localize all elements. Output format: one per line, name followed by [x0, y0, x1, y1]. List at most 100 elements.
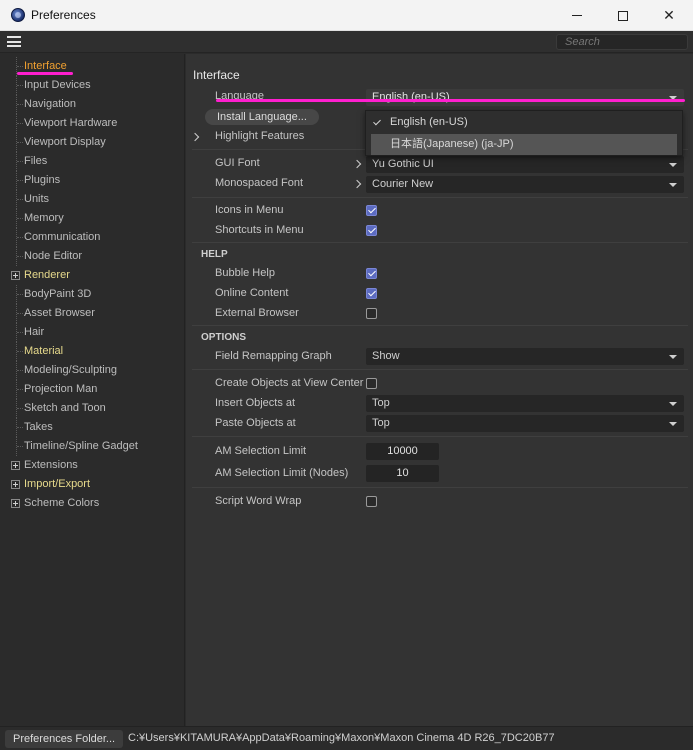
window-title: Preferences [31, 8, 96, 22]
shortcuts-in-menu-checkbox[interactable] [366, 225, 377, 236]
script-word-wrap-checkbox[interactable] [366, 496, 377, 507]
tree-connector [16, 190, 23, 209]
monospaced-font-dropdown[interactable]: Courier New [366, 176, 684, 193]
sidebar-item-label: Modeling/Sculpting [24, 364, 117, 376]
language-option-label: English (en-US) [390, 116, 468, 128]
script-word-wrap-label: Script Word Wrap [215, 495, 302, 507]
close-icon: ✕ [663, 7, 675, 23]
online-content-checkbox[interactable] [366, 288, 377, 299]
external-browser-checkbox[interactable] [366, 308, 377, 319]
sidebar-item-label: Timeline/Spline Gadget [24, 440, 138, 452]
am-selection-limit-field[interactable]: 10000 [366, 443, 439, 460]
minimize-button[interactable] [554, 0, 600, 31]
sidebar-item[interactable]: Material [2, 342, 183, 361]
options-group-heading: OPTIONS [201, 332, 247, 343]
create-objects-checkbox[interactable] [366, 378, 377, 389]
insert-objects-label: Insert Objects at [215, 397, 296, 409]
icons-in-menu-checkbox[interactable] [366, 205, 377, 216]
chevron-down-icon [669, 183, 677, 187]
close-button[interactable]: ✕ [646, 0, 692, 31]
search-input[interactable]: Search [556, 34, 688, 50]
sidebar-item[interactable]: Units [2, 190, 183, 209]
minimize-icon [572, 15, 582, 16]
sidebar-item[interactable]: Input Devices [2, 76, 183, 95]
field-remapping-graph-dropdown[interactable]: Show [366, 348, 684, 365]
sidebar-item[interactable]: Import/Export [2, 475, 183, 494]
expand-plus-icon[interactable] [11, 461, 20, 470]
cinema4d-app-icon [11, 8, 25, 22]
sidebar-item[interactable]: Plugins [2, 171, 183, 190]
expand-plus-icon[interactable] [11, 271, 20, 280]
sidebar-item[interactable]: Renderer [2, 266, 183, 285]
sidebar-item-label: Material [24, 345, 64, 357]
language-dropdown[interactable]: English (en-US) [366, 89, 684, 106]
sidebar-item[interactable]: Files [2, 152, 183, 171]
title-bar: Preferences ✕ [0, 0, 693, 31]
sidebar-item[interactable]: Scheme Colors [2, 494, 183, 513]
am-selection-limit-label: AM Selection Limit [215, 445, 307, 457]
maximize-button[interactable] [600, 0, 646, 31]
gui-font-dropdown[interactable]: Yu Gothic UI [366, 156, 684, 173]
sidebar-item-label: Renderer [24, 269, 70, 281]
sidebar-item[interactable]: Asset Browser [2, 304, 183, 323]
maximize-icon [618, 10, 628, 21]
tree-connector [16, 95, 23, 114]
annotation-underline [17, 72, 73, 75]
sidebar-item[interactable]: Extensions [2, 456, 183, 475]
sidebar: Interface Input Devices Navigation Viewport… [2, 54, 185, 726]
monospaced-font-label: Monospaced Font [215, 177, 304, 189]
hamburger-menu-icon[interactable] [7, 36, 21, 47]
chevron-down-icon [669, 163, 677, 167]
sidebar-item[interactable]: Viewport Display [2, 133, 183, 152]
sidebar-item[interactable]: Timeline/Spline Gadget [2, 437, 183, 456]
sidebar-item[interactable]: Communication [2, 228, 183, 247]
tree-connector [16, 361, 23, 380]
monospaced-font-value: Courier New [372, 178, 434, 190]
install-language-button[interactable]: Install Language... [205, 109, 319, 125]
tree-connector [16, 209, 23, 228]
sidebar-item[interactable]: Memory [2, 209, 183, 228]
insert-objects-dropdown[interactable]: Top [366, 395, 684, 412]
sidebar-item-label: Asset Browser [24, 307, 95, 319]
sidebar-item[interactable]: Projection Man [2, 380, 183, 399]
sidebar-item-label: BodyPaint 3D [24, 288, 92, 300]
sidebar-item-label: Viewport Hardware [24, 117, 118, 129]
tree-connector [16, 247, 23, 266]
external-browser-label: External Browser [215, 307, 299, 319]
tree-connector [16, 399, 23, 418]
tree-connector [16, 437, 23, 456]
sidebar-item[interactable]: Modeling/Sculpting [2, 361, 183, 380]
insert-objects-value: Top [372, 397, 390, 409]
am-selection-limit-nodes-field[interactable]: 10 [366, 465, 439, 482]
highlight-features-label[interactable]: Highlight Features [215, 130, 304, 142]
online-content-label: Online Content [215, 287, 289, 299]
sidebar-item[interactable]: Sketch and Toon [2, 399, 183, 418]
language-option-japanese[interactable]: 日本語(Japanese) (ja-JP) [371, 134, 677, 155]
sidebar-item-label: Files [24, 155, 48, 167]
chevron-right-icon[interactable] [352, 179, 362, 189]
divider [192, 487, 688, 488]
paste-objects-dropdown[interactable]: Top [366, 415, 684, 432]
sidebar-item[interactable]: Hair [2, 323, 183, 342]
sidebar-item[interactable]: BodyPaint 3D [2, 285, 183, 304]
chevron-down-icon [669, 422, 677, 426]
sidebar-item-label: Import/Export [24, 478, 91, 490]
expand-plus-icon[interactable] [11, 480, 20, 489]
sidebar-item[interactable]: Navigation [2, 95, 183, 114]
sidebar-item-label: Projection Man [24, 383, 98, 395]
field-remapping-graph-value: Show [372, 350, 400, 362]
expand-plus-icon[interactable] [11, 499, 20, 508]
sidebar-item[interactable]: Takes [2, 418, 183, 437]
bubble-help-label: Bubble Help [215, 267, 275, 279]
chevron-right-icon[interactable] [352, 159, 362, 169]
chevron-right-icon[interactable] [190, 132, 200, 142]
sidebar-item[interactable]: Viewport Hardware [2, 114, 183, 133]
language-option-english[interactable]: English (en-US) [366, 112, 682, 133]
bubble-help-checkbox[interactable] [366, 268, 377, 279]
field-remapping-graph-label: Field Remapping Graph [215, 350, 332, 362]
preferences-folder-button[interactable]: Preferences Folder... [5, 730, 124, 748]
sidebar-item[interactable]: Node Editor [2, 247, 183, 266]
divider [192, 242, 688, 243]
tree-connector [16, 304, 23, 323]
preferences-path: C:¥Users¥KITAMURA¥AppData¥Roaming¥Maxon¥… [128, 732, 555, 744]
